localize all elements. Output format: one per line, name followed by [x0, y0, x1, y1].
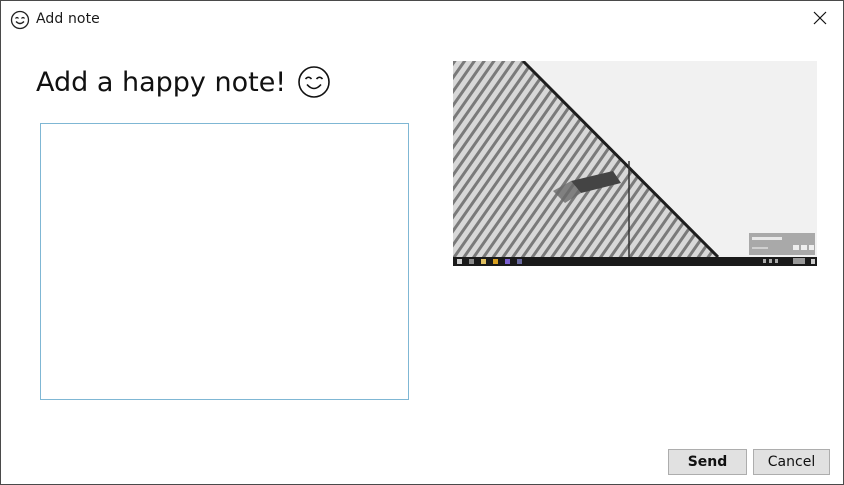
close-icon	[813, 10, 827, 29]
smiley-face-icon	[10, 10, 30, 30]
note-text-input[interactable]	[40, 123, 409, 400]
send-button[interactable]: Send	[668, 449, 747, 475]
screenshot-preview	[453, 61, 817, 266]
heading-text: Add a happy note!	[36, 66, 287, 98]
title-bar[interactable]: Add note	[1, 1, 843, 38]
cancel-button[interactable]: Cancel	[753, 449, 830, 475]
close-button[interactable]	[797, 1, 843, 38]
happy-face-icon	[297, 65, 331, 99]
add-note-window: Add note Add a happy note! Send Cancel	[0, 0, 844, 485]
window-title: Add note	[36, 11, 100, 27]
page-heading: Add a happy note!	[36, 65, 331, 99]
